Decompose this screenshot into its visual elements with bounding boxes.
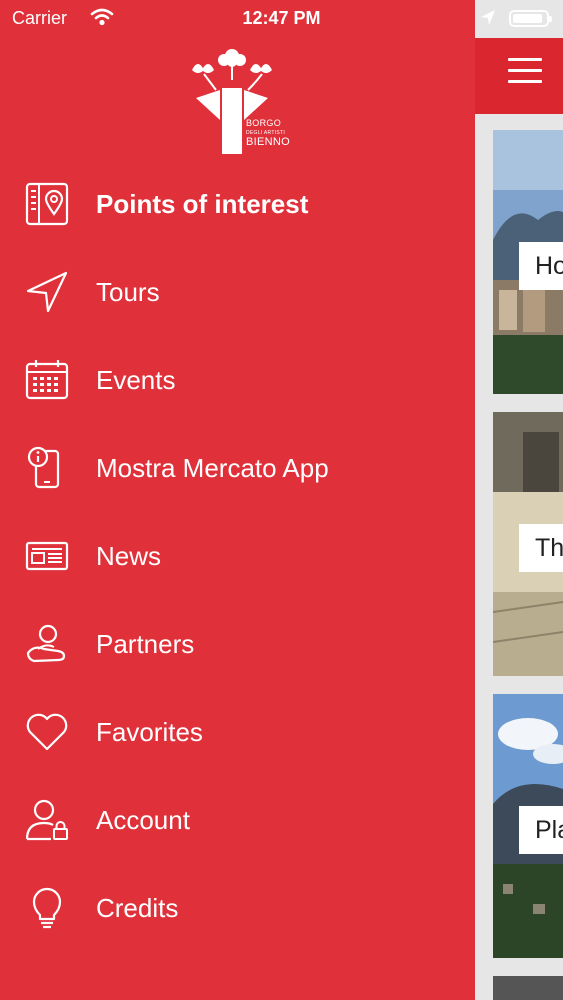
menu-item-label: Events xyxy=(96,365,176,395)
menu-item-events[interactable]: Events xyxy=(0,336,475,424)
newspaper-icon xyxy=(24,533,70,579)
menu-item-label: Tours xyxy=(96,277,160,307)
location-arrow-icon xyxy=(480,9,496,32)
map-pin-book-icon xyxy=(24,181,70,227)
menu-item-label: Credits xyxy=(96,893,179,923)
status-bar: Carrier 12:47 PM xyxy=(0,0,563,38)
poi-card-title: Ho xyxy=(519,242,563,290)
heart-icon xyxy=(24,709,70,755)
menu-item-label: News xyxy=(96,541,162,571)
menu-item-partners[interactable]: Partners xyxy=(0,600,475,688)
menu-item-news[interactable]: News xyxy=(0,512,475,600)
navigation-arrow-icon xyxy=(24,269,70,315)
phone-info-icon xyxy=(24,445,70,491)
lightbulb-icon xyxy=(24,885,70,931)
clock: 12:47 PM xyxy=(242,8,321,28)
menu-item-mostra-mercato-app[interactable]: Mostra Mercato App xyxy=(0,424,475,512)
poi-card-partial xyxy=(493,976,563,1000)
battery-icon xyxy=(509,10,552,27)
poi-card[interactable]: Pla xyxy=(493,694,563,958)
brand-line-3: BIENNO xyxy=(246,136,290,148)
side-drawer: BORGO DEGLI ARTISTI BIENNO Points of int… xyxy=(0,0,475,1000)
menu-item-favorites[interactable]: Favorites xyxy=(0,688,475,776)
poi-card-title: Pla xyxy=(519,806,563,854)
handshake-icon xyxy=(24,621,70,667)
hamburger-menu-icon[interactable] xyxy=(508,58,542,88)
menu-item-points-of-interest[interactable]: Points of interest xyxy=(0,160,475,248)
brand-line-1: BORGO xyxy=(246,118,282,128)
brand-wordmark: BORGO DEGLI ARTISTI BIENNO xyxy=(246,118,290,148)
menu-item-tours[interactable]: Tours xyxy=(0,248,475,336)
poi-card[interactable]: Th xyxy=(493,412,563,676)
menu-item-credits[interactable]: Credits xyxy=(0,864,475,952)
user-lock-icon xyxy=(24,797,70,843)
menu-item-label: Mostra Mercato App xyxy=(96,453,329,483)
menu-item-account[interactable]: Account xyxy=(0,776,475,864)
main-content-peek: Ho Th Pla xyxy=(475,0,563,1000)
poi-card-title: Th xyxy=(519,524,563,572)
poi-card[interactable]: Ho xyxy=(493,130,563,394)
menu-item-label: Points of interest xyxy=(96,189,309,219)
calendar-icon xyxy=(24,357,70,403)
menu-item-label: Account xyxy=(96,805,190,835)
menu-item-label: Favorites xyxy=(96,717,203,747)
menu-item-label: Partners xyxy=(96,629,195,659)
